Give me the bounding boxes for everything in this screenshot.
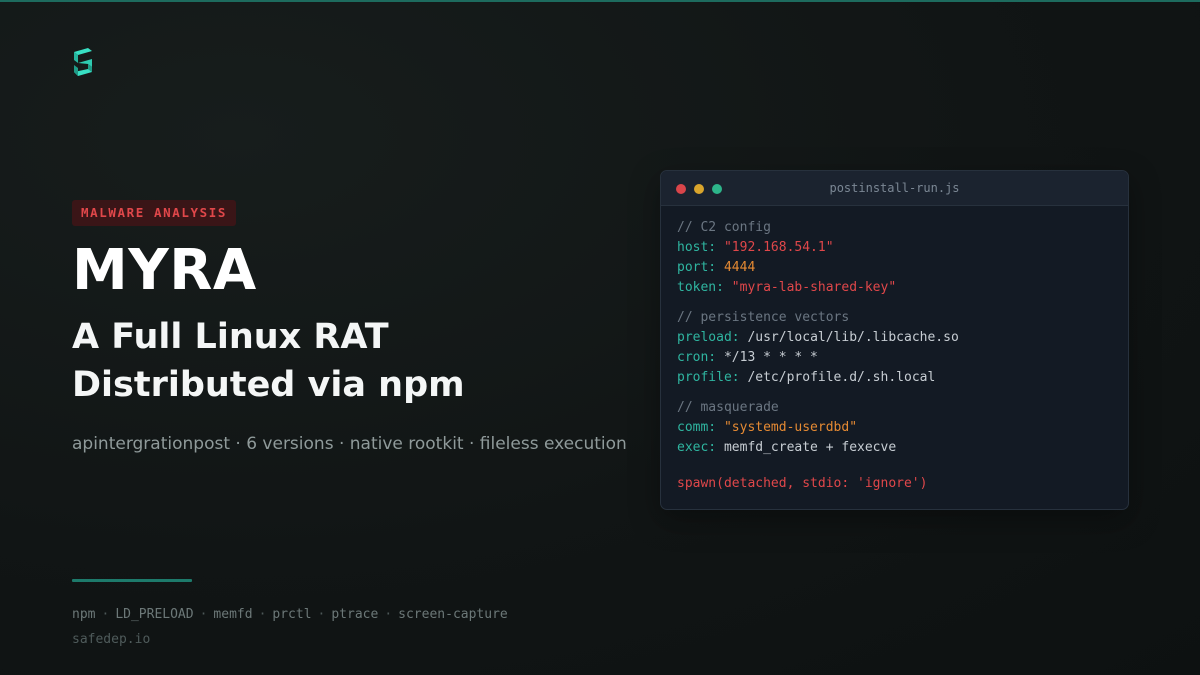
subtitle-line: A Full Linux RAT <box>72 317 389 357</box>
code-value: "192.168.54.1" <box>723 240 834 255</box>
code-spawn-call: spawn(detached, stdio: 'ignore') <box>677 476 928 491</box>
safedep-logo-icon <box>74 48 92 76</box>
top-accent-line <box>0 0 1200 2</box>
code-comment: // persistence vectors <box>677 310 850 325</box>
accent-divider <box>72 579 192 582</box>
category-badge: MALWARE ANALYSIS <box>72 200 237 226</box>
code-key: port: <box>677 260 717 275</box>
code-line: cron: */13 * * * * <box>677 348 959 368</box>
technique-item: memfd <box>213 607 253 622</box>
page: MALWARE ANALYSIS MYRA A Full Linux RAT D… <box>0 0 1200 675</box>
code-key: token: <box>677 280 724 295</box>
code-spacer <box>677 458 959 474</box>
code-spacer <box>677 298 959 308</box>
code-value: "systemd-userdbd" <box>723 420 858 435</box>
code-line: comm: "systemd-userdbd" <box>677 418 959 438</box>
code-key: host: <box>677 240 717 255</box>
code-line: host: "192.168.54.1" <box>677 238 959 258</box>
subtitle-line: Distributed via npm <box>72 365 465 405</box>
technique-separator: · <box>384 607 393 622</box>
technique-item: npm <box>72 607 96 622</box>
code-line: exec: memfd_create + fexecve <box>677 438 959 458</box>
technique-separator: · <box>258 607 267 622</box>
page-subtitle: A Full Linux RAT Distributed via npm <box>72 313 465 409</box>
code-value: 4444 <box>723 260 756 275</box>
code-line: spawn(detached, stdio: 'ignore') <box>677 474 959 494</box>
code-spacer <box>677 388 959 398</box>
code-line: token: "myra-lab-shared-key" <box>677 278 959 298</box>
technique-separator: · <box>199 607 208 622</box>
code-value: /etc/profile.d/.sh.local <box>747 370 936 385</box>
technique-list: npm · LD_PRELOAD · memfd · prctl · ptrace · screen… <box>72 606 508 624</box>
code-comment: // C2 config <box>677 220 771 235</box>
code-body: // C2 config host: "192.168.54.1" port: 44… <box>677 218 959 494</box>
technique-item: prctl <box>272 607 312 622</box>
technique-item: LD_PRELOAD <box>115 607 194 622</box>
code-value: /usr/local/lib/.libcache.so <box>747 330 959 345</box>
code-line: preload: /usr/local/lib/.libcache.so <box>677 328 959 348</box>
code-line: profile: /etc/profile.d/.sh.local <box>677 368 959 388</box>
code-key: profile: <box>677 370 740 385</box>
code-line: // persistence vectors <box>677 308 959 328</box>
code-window-filename: postinstall-run.js <box>829 181 960 195</box>
code-window-titlebar: postinstall-run.js <box>661 171 1128 206</box>
code-line: port: 4444 <box>677 258 959 278</box>
technique-separator: · <box>317 607 326 622</box>
technique-separator: · <box>101 607 110 622</box>
code-value: "myra-lab-shared-key" <box>731 280 897 295</box>
page-title: MYRA <box>72 238 257 303</box>
meta-summary: apintergrationpost · 6 versions · native… <box>72 434 627 454</box>
code-key: cron: <box>677 350 717 365</box>
code-line: // masquerade <box>677 398 959 418</box>
code-key: preload: <box>677 330 740 345</box>
code-key: exec: <box>677 440 717 455</box>
code-value: memfd_create + fexecve <box>723 440 897 455</box>
code-value: */13 * * * * <box>723 350 818 365</box>
code-line: // C2 config <box>677 218 959 238</box>
code-key: comm: <box>677 420 717 435</box>
technique-item: screen-capture <box>398 607 508 622</box>
code-window: postinstall-run.js // C2 config host: "19… <box>660 170 1129 510</box>
technique-item: ptrace <box>331 607 379 622</box>
site-link[interactable]: safedep.io <box>72 631 150 649</box>
code-comment: // masquerade <box>677 400 779 415</box>
